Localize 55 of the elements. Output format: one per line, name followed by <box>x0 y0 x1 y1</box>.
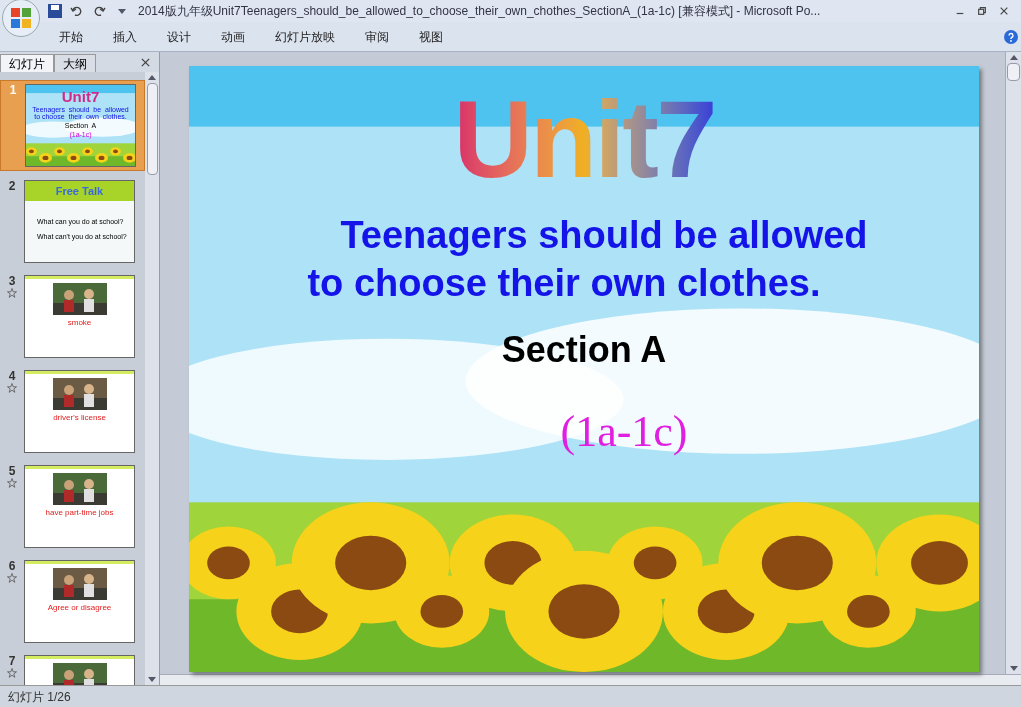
slide-thumbnail[interactable]: smoke <box>24 275 135 358</box>
slide-number: 1 <box>9 84 17 97</box>
ribbon-tab[interactable]: 设计 <box>152 25 206 48</box>
ribbon-tab[interactable]: 视图 <box>404 25 458 48</box>
pane-tab[interactable]: 幻灯片 <box>0 54 54 72</box>
slide-number: 5 <box>8 465 16 478</box>
slide-thumbnail[interactable]: driver's license <box>24 370 135 453</box>
thumbnail-text: have part-time jobs <box>45 507 114 519</box>
close-icon[interactable] <box>999 6 1009 16</box>
slide-thumbnail-item[interactable]: 7 <box>0 652 145 685</box>
scrollbar-thumb[interactable] <box>1007 63 1020 81</box>
save-icon[interactable] <box>48 4 62 18</box>
restore-icon[interactable] <box>977 6 987 16</box>
ribbon-tab[interactable]: 幻灯片放映 <box>260 25 350 48</box>
slide-number: 6 <box>8 560 16 573</box>
customize-toolbar-icon[interactable] <box>118 8 126 14</box>
scrollbar[interactable] <box>145 72 159 685</box>
section-heading: Section A <box>501 328 667 372</box>
slide-subtitle: to choose their own clothes. <box>307 260 821 306</box>
scroll-up-icon[interactable] <box>1009 55 1018 60</box>
notes-pane[interactable] <box>160 674 1021 685</box>
ribbon-tab[interactable]: 开始 <box>44 25 98 48</box>
slide-subtitle: Teenagers should be allowed <box>340 213 868 258</box>
slide-number: 7 <box>8 655 16 668</box>
slide-thumbnail[interactable]: have part-time jobs <box>24 465 135 548</box>
scroll-up-icon[interactable] <box>148 75 156 80</box>
slide-thumbnail-item[interactable]: 5 have part-time jobs <box>0 462 145 551</box>
lesson-range: (1a-1c) <box>560 406 688 458</box>
ribbon-tab[interactable]: 动画 <box>206 25 260 48</box>
help-icon[interactable] <box>1004 29 1018 44</box>
slide-number: 2 <box>8 180 16 193</box>
office-logo-icon <box>10 7 32 29</box>
ribbon-tab[interactable]: 插入 <box>98 25 152 48</box>
thumbnail-header: Free Talk <box>25 181 134 201</box>
close-icon[interactable] <box>140 56 151 68</box>
slide-number: 4 <box>8 370 16 383</box>
scrollbar-thumb[interactable] <box>146 83 158 175</box>
thumbnail-text: smoke <box>67 317 92 329</box>
window-title: 2014版九年级Unit7Teenagers_should_be_allowed_to_choose_their_own_chothes_SectionA_(1a-1c) [兼容模式] - Microsoft Po... <box>138 3 821 20</box>
thumbnail-text: Agree or disagree <box>47 602 112 614</box>
slide-thumbnail[interactable]: Agree or disagree <box>24 560 135 643</box>
redo-icon[interactable] <box>94 5 106 17</box>
slide-counter: 幻灯片 1/26 <box>8 688 71 706</box>
scrollbar[interactable] <box>1005 52 1021 674</box>
thumbnail-text: driver's license <box>53 412 106 424</box>
scroll-down-icon[interactable] <box>1009 666 1018 671</box>
slide-thumbnail-item[interactable]: 6 Agree or disagree <box>0 557 145 646</box>
slide-thumbnail-item[interactable]: 4 driver's license <box>0 367 145 456</box>
slide-number: 3 <box>8 275 16 288</box>
thumbnail-title: Unit7 <box>61 89 100 104</box>
undo-icon[interactable] <box>70 5 82 17</box>
slide-thumbnail-item[interactable]: 3 smoke <box>0 272 145 361</box>
ribbon-tab[interactable]: 审阅 <box>350 25 404 48</box>
scroll-down-icon[interactable] <box>148 677 156 682</box>
pane-tab[interactable]: 大纲 <box>54 54 96 72</box>
